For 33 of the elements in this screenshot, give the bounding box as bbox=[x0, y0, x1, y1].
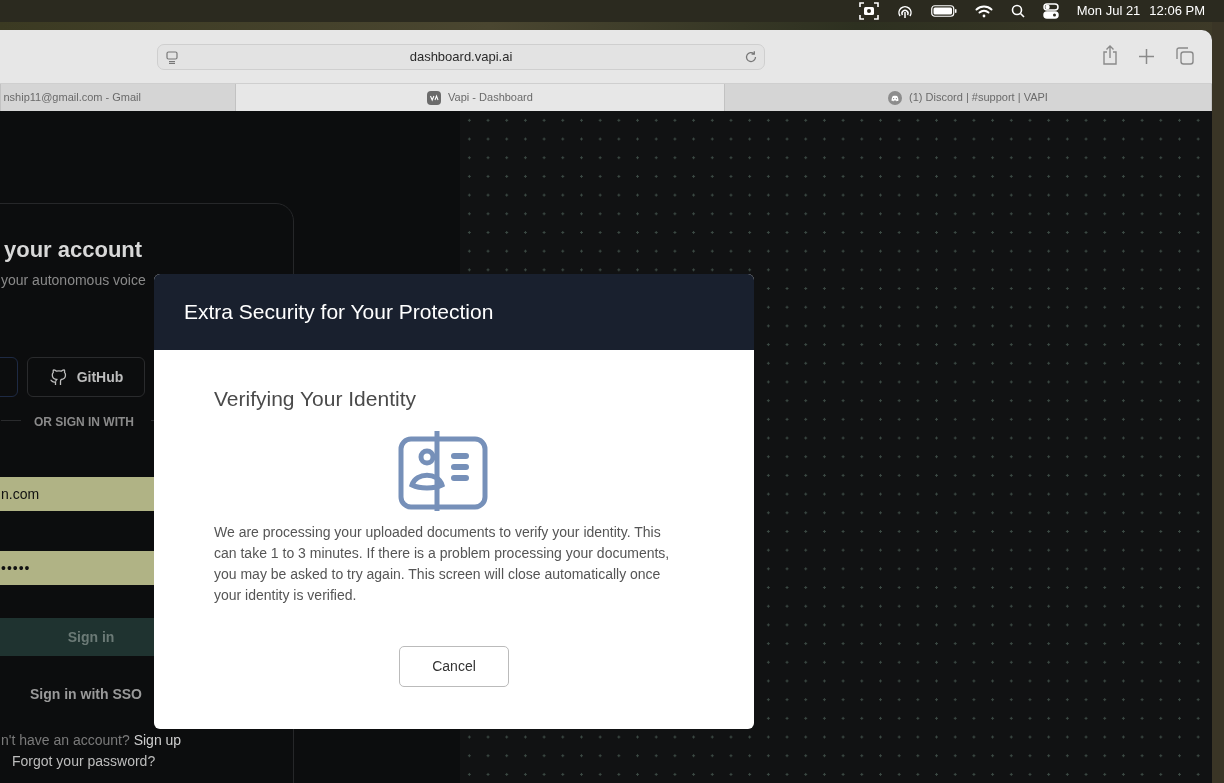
menu-bar-date[interactable]: Mon Jul 21 bbox=[1076, 1, 1141, 21]
id-card-icon bbox=[398, 431, 488, 511]
tab-favicon-icon bbox=[427, 90, 442, 105]
modal-title: Extra Security for Your Protection bbox=[184, 299, 494, 326]
address-text: dashboard.vapi.ai bbox=[409, 48, 513, 67]
new-tab-icon[interactable] bbox=[1139, 49, 1154, 64]
headphones-icon[interactable] bbox=[896, 3, 913, 19]
tab-favicon-icon bbox=[888, 90, 903, 105]
modal-body-text: We are processing your uploaded documents to verify your identity. This can take 1 to 3 minutes. If there is a problem processing your documents, you may be asked to try again. This screen will close automatically once your identity is verified. bbox=[214, 523, 671, 605]
wifi-icon[interactable] bbox=[974, 4, 993, 18]
tab-overview-icon[interactable] bbox=[1176, 47, 1194, 65]
login-heading: your account bbox=[4, 236, 143, 264]
modal-heading: Verifying Your Identity bbox=[214, 386, 417, 412]
address-bar[interactable]: dashboard.vapi.ai bbox=[157, 44, 765, 70]
reload-icon[interactable] bbox=[744, 50, 758, 64]
control-center-icon[interactable] bbox=[1042, 3, 1059, 19]
github-icon bbox=[48, 368, 67, 386]
battery-icon[interactable] bbox=[930, 5, 957, 17]
divider-label: OR SIGN IN WITH bbox=[34, 414, 134, 431]
github-button[interactable]: GitHub bbox=[27, 357, 145, 397]
browser-tab[interactable]: (1) Discord | #support | VAPI bbox=[724, 84, 1212, 111]
page-icon[interactable] bbox=[166, 51, 178, 64]
browser-tab[interactable]: Vapi - Dashboard bbox=[236, 84, 724, 111]
screenshot-icon[interactable] bbox=[858, 2, 879, 20]
signup-prompt-text: n't have an account? bbox=[1, 732, 130, 748]
sign-up-link[interactable]: Sign up bbox=[133, 732, 182, 748]
cancel-button[interactable]: Cancel bbox=[399, 646, 509, 687]
browser-tab[interactable]: nship11@gmail.com - Gmail bbox=[0, 84, 236, 111]
login-subtitle: your autonomous voice bbox=[1, 271, 146, 290]
forgot-password-link[interactable]: Forgot your password? bbox=[12, 751, 156, 772]
search-icon[interactable] bbox=[1010, 4, 1025, 18]
share-icon[interactable] bbox=[1102, 45, 1118, 65]
menu-bar-time[interactable]: 12:06 PM bbox=[1149, 1, 1205, 21]
